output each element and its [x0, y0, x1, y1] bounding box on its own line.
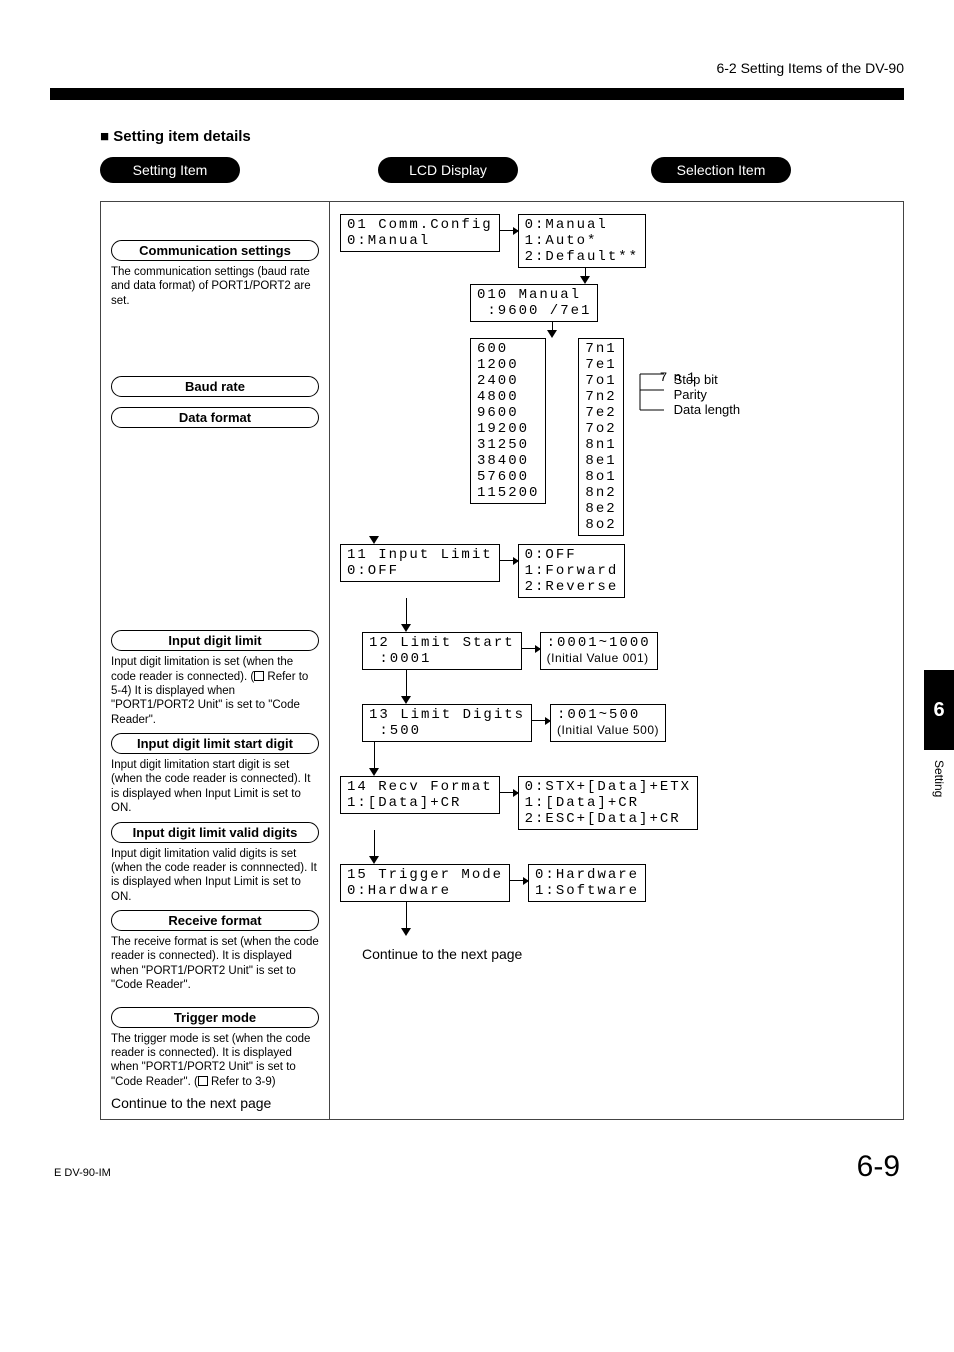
section-title: Setting item details [100, 128, 904, 145]
continue-right: Continue to the next page [362, 946, 893, 962]
arrow-right-icon [522, 648, 540, 649]
arrow-down-icon [369, 856, 379, 864]
lcd-recv-format: 14 Recv Format 1:[Data]+CR [340, 776, 500, 814]
desc-limit-start: Input digit limitation start digit is se… [111, 758, 319, 816]
sel-input-limit: 0:OFF 1:Forward 2:Reverse [518, 544, 626, 598]
arrow-right-icon [532, 720, 550, 721]
page-header: 6-2 Setting Items of the DV-90 [50, 60, 904, 76]
item-baud-rate: Baud rate [111, 376, 319, 397]
col-header-setting: Setting Item [100, 157, 240, 183]
data-format-annotation: 7n1 Stop bit Parity Data length [674, 366, 741, 417]
lcd-comm-config: 01 Comm.Config 0:Manual [340, 214, 500, 252]
arrow-down-icon [401, 928, 411, 936]
arrow-right-icon [500, 560, 518, 561]
item-recv-format: Receive format [111, 910, 319, 931]
arrow-down-icon [369, 536, 379, 544]
footer-doc-id: E DV-90-IM [54, 1167, 111, 1179]
desc-trigger-mode: The trigger mode is set (when the code r… [111, 1032, 319, 1090]
sel-limit-start: :0001~1000 (Initial Value 001) [540, 632, 658, 670]
sel-baud: 600 1200 2400 4800 9600 19200 31250 3840… [470, 338, 546, 504]
item-data-format: Data format [111, 407, 319, 428]
arrow-down-icon [401, 624, 411, 632]
arrow-right-icon [500, 230, 518, 231]
arrow-down-icon [369, 768, 379, 776]
item-input-limit: Input digit limit [111, 630, 319, 651]
sel-comm-config: 0:Manual 1:Auto* 2:Default** [518, 214, 646, 268]
sel-recv-format: 0:STX+[Data]+ETX 1:[Data]+CR 2:ESC+[Data… [518, 776, 698, 830]
lcd-manual: 010 Manual :9600 /7e1 [470, 284, 598, 322]
sel-limit-digits: :001~500 (Initial Value 500) [550, 704, 666, 742]
arrow-down-icon [547, 330, 557, 338]
lcd-selection-column: 01 Comm.Config 0:Manual 0:Manual 1:Auto*… [330, 201, 904, 1120]
arrow-down-icon [401, 696, 411, 704]
chapter-label: Setting [932, 760, 946, 797]
footer-page-number: 6-9 [857, 1150, 900, 1184]
lcd-limit-start: 12 Limit Start :0001 [362, 632, 522, 670]
desc-recv-format: The receive format is set (when the code… [111, 935, 319, 993]
arrow-right-icon [500, 792, 518, 793]
sel-trigger-mode: 0:Hardware 1:Software [528, 864, 646, 902]
arrow-down-icon [580, 276, 590, 284]
item-limit-start: Input digit limit start digit [111, 733, 319, 754]
sel-data-format: 7n1 7e1 7o1 7n2 7e2 7o2 8n1 8e1 8o1 8n2 … [578, 338, 623, 536]
header-rule [50, 88, 904, 100]
arrow-right-icon [510, 880, 528, 881]
item-limit-digits: Input digit limit valid digits [111, 822, 319, 843]
book-icon [198, 1076, 208, 1086]
col-header-lcd: LCD Display [378, 157, 518, 183]
setting-item-column: Communication settings The communication… [100, 201, 330, 1120]
lcd-trigger-mode: 15 Trigger Mode 0:Hardware [340, 864, 510, 902]
item-comm-settings: Communication settings [111, 240, 319, 261]
desc-input-limit: Input digit limitation is set (when the … [111, 655, 319, 727]
desc-limit-digits: Input digit limitation valid digits is s… [111, 847, 319, 905]
book-icon [254, 671, 264, 681]
desc-comm-settings: The communication settings (baud rate an… [111, 265, 319, 308]
continue-left: Continue to the next page [111, 1095, 319, 1111]
chapter-tab: 6 [924, 670, 954, 750]
col-header-selection: Selection Item [651, 157, 791, 183]
item-trigger-mode: Trigger mode [111, 1007, 319, 1028]
lcd-limit-digits: 13 Limit Digits :500 [362, 704, 532, 742]
lcd-input-limit: 11 Input Limit 0:OFF [340, 544, 500, 582]
